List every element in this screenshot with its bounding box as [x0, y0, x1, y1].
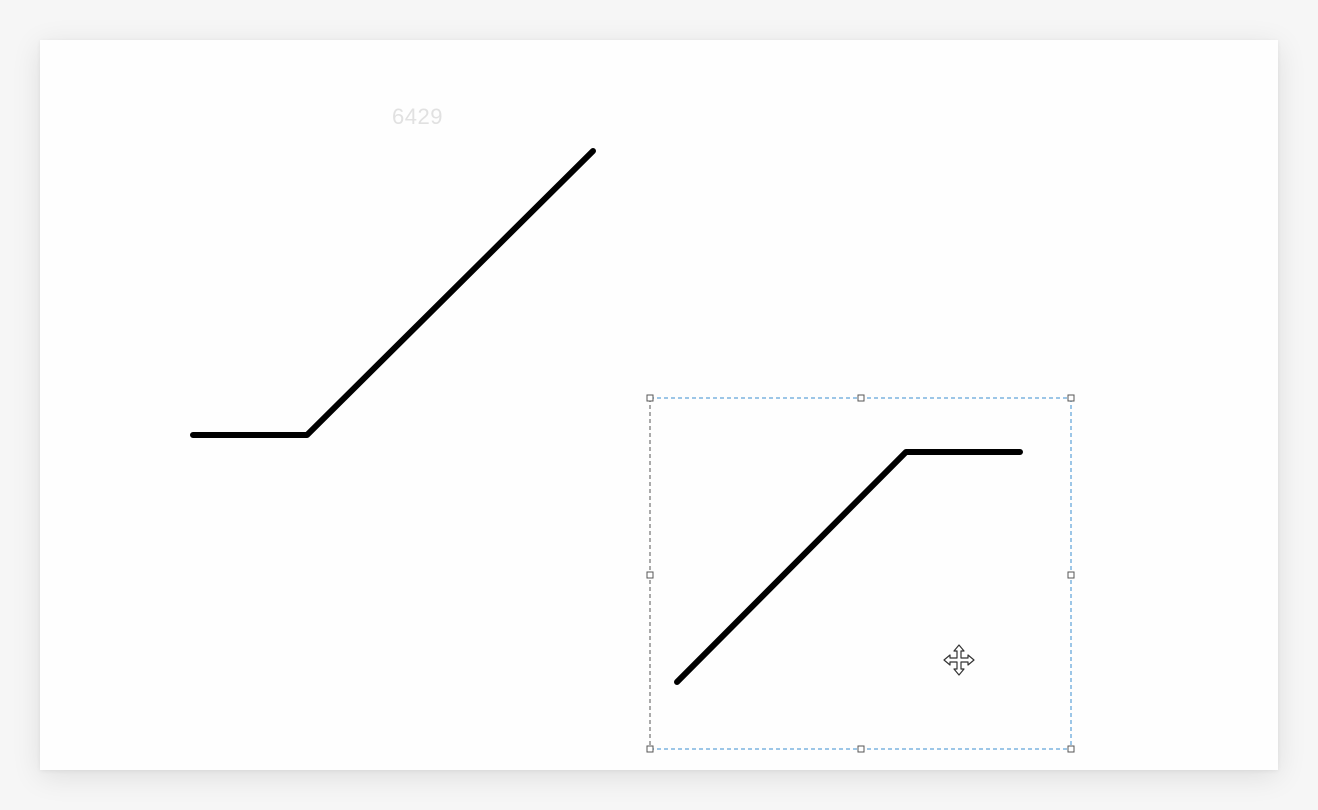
unselected-line-shape[interactable]	[190, 148, 596, 438]
selected-line-shape[interactable]	[674, 449, 1023, 685]
resize-handle-bottom-center[interactable]	[857, 745, 865, 753]
resize-handle-middle-right[interactable]	[1067, 571, 1075, 579]
resize-handle-top-center[interactable]	[857, 394, 865, 402]
resize-handle-top-left[interactable]	[646, 394, 654, 402]
resize-handle-bottom-right[interactable]	[1067, 745, 1075, 753]
move-cursor-icon	[943, 644, 975, 676]
drawing-layer	[190, 148, 1075, 753]
resize-handle-middle-left[interactable]	[646, 571, 654, 579]
resize-handle-bottom-left[interactable]	[646, 745, 654, 753]
resize-handle-top-right[interactable]	[1067, 394, 1075, 402]
